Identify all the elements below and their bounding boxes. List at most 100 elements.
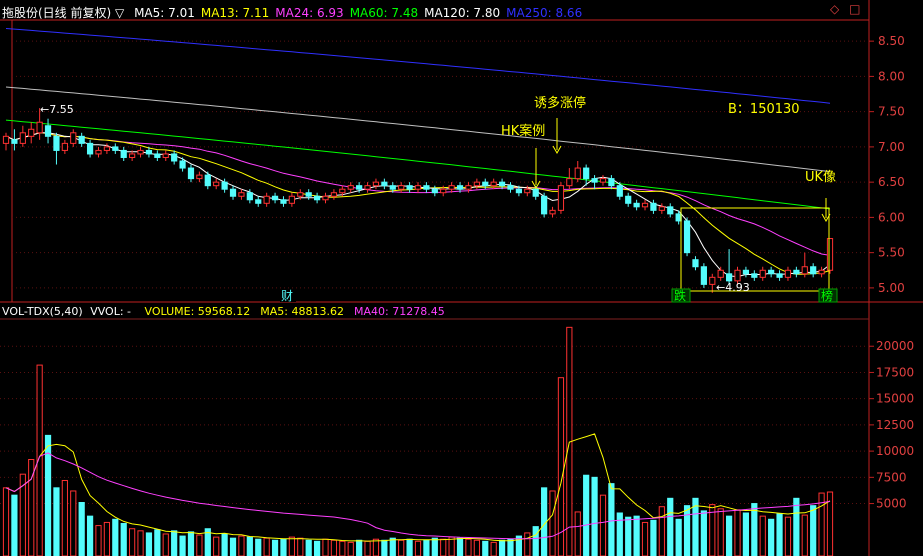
candle-body — [725, 273, 733, 282]
candle-body — [801, 266, 808, 275]
candle-body — [524, 188, 531, 194]
candle-body — [19, 132, 26, 144]
price-tick-label: 7.50 — [878, 105, 905, 119]
candle-body — [280, 199, 287, 204]
candle-body — [826, 238, 834, 271]
volume-bar — [776, 513, 783, 556]
volume-bar — [616, 512, 623, 556]
candle-body — [423, 185, 430, 190]
candle-body — [768, 269, 775, 275]
volume-tick-label: 17500 — [876, 365, 914, 379]
chart-svg[interactable]: 8.50 8.00 7.50 7.00 6.50 6.00 5.50 5.00 20000 17… — [0, 0, 923, 556]
candle — [541, 192, 548, 218]
volume-bar — [78, 502, 85, 556]
candle-body — [364, 185, 371, 190]
candle-body — [440, 188, 447, 194]
candle-body — [692, 259, 699, 268]
candle-body — [171, 153, 178, 162]
candle-body — [658, 206, 665, 211]
ma-legend-item: MA13: 7.11 — [200, 6, 270, 20]
volume-bar — [456, 537, 464, 556]
volume-title[interactable]: VOL-TDX(5,40) — [2, 305, 83, 318]
candle-body — [625, 195, 632, 204]
candle — [826, 238, 834, 274]
volume-bar — [255, 538, 262, 556]
volume-bar — [171, 530, 178, 556]
volume-bar — [414, 540, 422, 556]
candle-body — [784, 269, 792, 278]
volume-bar — [196, 534, 203, 556]
volume-bar — [53, 487, 60, 556]
volume-bar — [221, 533, 228, 556]
candle-body — [339, 188, 346, 194]
square-icon[interactable]: □ — [849, 2, 860, 16]
candle-body — [675, 213, 682, 222]
candle-body — [78, 135, 85, 144]
candle-body — [36, 121, 43, 134]
price-tick-label: 8.00 — [878, 69, 905, 83]
ma-legend: MA5: 7.01 MA13: 7.11 MA24: 6.93 MA60: 7.48 M… — [128, 6, 582, 20]
candle-body — [431, 188, 438, 194]
volume-bar — [490, 541, 497, 556]
high-marker: ←7.55 — [40, 103, 74, 116]
candle-body — [566, 178, 573, 187]
candle-body — [322, 195, 329, 201]
candle-body — [734, 269, 741, 282]
volume-bar — [725, 515, 733, 556]
candle-body — [305, 192, 312, 197]
volume-bar — [583, 474, 590, 556]
candle-body — [473, 181, 480, 187]
volume-bar — [271, 539, 279, 556]
candle-body — [490, 181, 497, 187]
volume-bar — [330, 539, 338, 556]
low-marker: ←4.93 — [716, 281, 750, 294]
volume-bar — [465, 538, 472, 556]
volume-bar — [179, 535, 186, 556]
candle-body — [53, 135, 60, 151]
candle-body — [608, 178, 615, 187]
volume-bar — [751, 503, 758, 556]
candle-body — [271, 195, 279, 201]
candle-body — [583, 167, 590, 180]
volume-bar — [532, 526, 539, 556]
volume-tick-label: 15000 — [876, 392, 914, 406]
volume-bar — [145, 532, 153, 556]
volume-bar — [717, 508, 724, 556]
die-tag[interactable]: 跌 — [674, 288, 686, 303]
volume-bar — [162, 533, 169, 556]
volume-bar — [482, 540, 489, 556]
diamond-icon[interactable]: ◇ — [830, 2, 839, 16]
volume-bar — [339, 540, 346, 556]
volume-bar — [734, 509, 741, 556]
volume-bar — [364, 540, 371, 556]
volume-bar — [263, 537, 270, 556]
volume-bar — [524, 532, 531, 556]
candle-body — [709, 276, 716, 285]
candle-body — [288, 195, 295, 204]
candle — [557, 182, 565, 214]
volume-bar — [398, 539, 405, 556]
volume-header: VOL-TDX(5,40) VVOL: - VOLUME: 59568.12 MA… — [2, 305, 445, 319]
volume-bar — [574, 511, 581, 556]
bang-tag[interactable]: 榜 — [821, 288, 833, 303]
volume-bar — [213, 536, 220, 556]
vvol-label: VVOL: - — [90, 305, 132, 318]
stock-title[interactable]: 拖股份(日线 前复权) ▽ — [2, 6, 124, 20]
candle-body — [204, 174, 211, 187]
cai-tag[interactable]: 财 — [281, 289, 293, 303]
volume-bar — [381, 539, 388, 556]
volume-bar — [313, 540, 321, 556]
volume-bar — [246, 536, 253, 556]
volume-bar — [305, 539, 312, 556]
candle-body — [633, 202, 640, 208]
candle-body — [179, 160, 186, 169]
ma-legend-item: MA60: 7.48 — [349, 6, 419, 20]
candle-body — [162, 153, 169, 158]
candle-body — [145, 149, 153, 155]
price-tick-label: 8.50 — [878, 34, 905, 48]
frame — [0, 0, 923, 556]
candle-body — [356, 185, 363, 190]
volume-bar — [768, 518, 775, 556]
price-tick-label: 5.50 — [878, 246, 905, 260]
candle-body — [557, 185, 565, 211]
